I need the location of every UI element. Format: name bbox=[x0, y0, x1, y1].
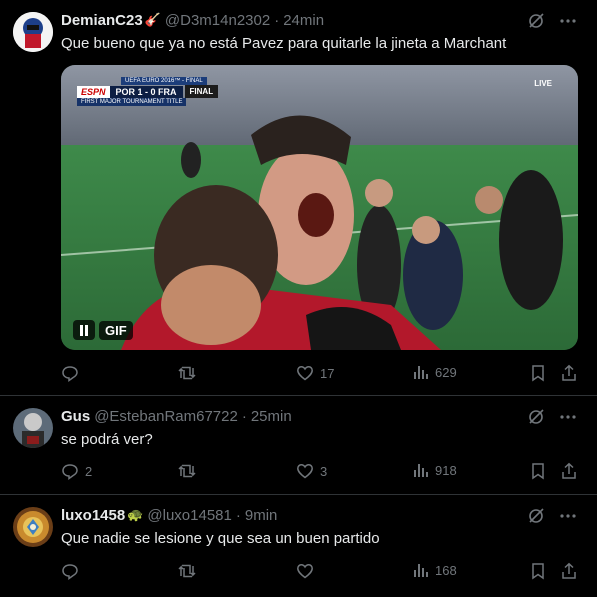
avatar[interactable] bbox=[13, 507, 53, 547]
views-icon bbox=[414, 366, 428, 379]
grok-icon[interactable] bbox=[527, 408, 545, 426]
like-button[interactable] bbox=[296, 562, 320, 580]
more-icon[interactable] bbox=[559, 507, 577, 525]
tweet-text: Que nadie se lesione y que sea un buen p… bbox=[61, 530, 380, 547]
retweet-button[interactable] bbox=[177, 364, 203, 382]
scoreboard: UEFA EURO 2016™ - FINAL ESPN POR 1 - 0 F… bbox=[77, 77, 219, 106]
gif-frame bbox=[61, 65, 578, 350]
reply-button[interactable] bbox=[61, 562, 85, 580]
reply-icon bbox=[62, 366, 78, 382]
author-handle[interactable]: @EstebanRam67722 bbox=[94, 408, 238, 425]
views-icon bbox=[414, 464, 428, 477]
heart-icon bbox=[297, 564, 313, 579]
heart-icon bbox=[297, 366, 313, 381]
guitar-emoji: 🎸 bbox=[144, 12, 161, 27]
retweet-button[interactable] bbox=[177, 462, 203, 480]
views-count: 918 bbox=[435, 462, 457, 478]
share-icon bbox=[562, 462, 576, 479]
share-button[interactable] bbox=[560, 364, 578, 382]
author-handle[interactable]: @luxo14581 bbox=[147, 507, 231, 524]
views-count: 629 bbox=[435, 364, 457, 380]
share-icon bbox=[562, 364, 576, 381]
gif-badge: GIF bbox=[99, 320, 133, 340]
bookmark-icon bbox=[532, 365, 544, 382]
author-name[interactable]: DemianC23 bbox=[61, 12, 143, 29]
scoreboard-status: FINAL bbox=[184, 85, 219, 98]
like-count: 17 bbox=[320, 365, 335, 381]
like-button[interactable]: 3 bbox=[296, 462, 327, 480]
author-name[interactable]: luxo1458 bbox=[61, 507, 125, 524]
author-handle[interactable]: @D3m14n2302 bbox=[165, 12, 270, 29]
separator: · bbox=[235, 506, 241, 524]
bookmark-button[interactable] bbox=[530, 462, 546, 480]
retweet-button[interactable] bbox=[177, 562, 203, 580]
live-tag: LIVE bbox=[534, 79, 552, 88]
reply-button[interactable] bbox=[61, 364, 85, 382]
separator: · bbox=[274, 11, 280, 29]
avatar[interactable] bbox=[13, 408, 53, 448]
separator: · bbox=[241, 407, 247, 425]
pause-button[interactable] bbox=[73, 320, 95, 340]
share-icon bbox=[562, 562, 576, 579]
grok-icon[interactable] bbox=[527, 12, 545, 30]
timestamp[interactable]: 25min bbox=[251, 408, 292, 425]
bookmark-icon bbox=[532, 563, 544, 580]
like-count: 3 bbox=[320, 463, 328, 479]
pause-icon bbox=[80, 324, 88, 336]
scoreboard-title: UEFA EURO 2016™ - FINAL bbox=[121, 77, 207, 85]
views-icon bbox=[414, 564, 428, 577]
more-icon[interactable] bbox=[559, 12, 577, 30]
views-button[interactable]: 629 bbox=[413, 364, 457, 380]
author-name[interactable]: Gus bbox=[61, 408, 90, 425]
timestamp[interactable]: 24min bbox=[283, 12, 324, 29]
bookmark-button[interactable] bbox=[530, 562, 546, 580]
retweet-icon bbox=[178, 366, 196, 380]
heart-icon bbox=[297, 464, 313, 479]
reply-icon bbox=[62, 564, 78, 580]
views-button[interactable]: 918 bbox=[413, 462, 457, 478]
share-button[interactable] bbox=[560, 462, 578, 480]
reply-button[interactable]: 2 bbox=[61, 462, 92, 480]
tweet[interactable]: Gus @EstebanRam67722 · 25min se podrá ve… bbox=[0, 396, 597, 495]
tweet[interactable]: DemianC23 🎸 @D3m14n2302 · 24min Que buen… bbox=[0, 0, 597, 396]
bookmark-icon bbox=[532, 463, 544, 480]
views-button[interactable]: 168 bbox=[413, 562, 457, 578]
timestamp[interactable]: 9min bbox=[245, 507, 278, 524]
like-button[interactable]: 17 bbox=[296, 364, 334, 382]
scoreboard-score: POR 1 - 0 FRA bbox=[109, 85, 183, 98]
grok-icon[interactable] bbox=[527, 507, 545, 525]
tweet-text: Que bueno que ya no está Pavez para quit… bbox=[61, 35, 507, 52]
bookmark-button[interactable] bbox=[530, 364, 546, 382]
retweet-icon bbox=[178, 464, 196, 478]
retweet-icon bbox=[178, 564, 196, 578]
share-button[interactable] bbox=[560, 562, 578, 580]
tweet-text: se podrá ver? bbox=[61, 431, 153, 448]
tweet[interactable]: luxo1458 🐢 @luxo14581 · 9min Que nadie s… bbox=[0, 495, 597, 597]
turtle-emoji: 🐢 bbox=[127, 507, 144, 522]
broadcaster-logo: ESPN bbox=[77, 85, 110, 98]
reply-count: 2 bbox=[85, 463, 93, 479]
more-icon[interactable] bbox=[559, 408, 577, 426]
scoreboard-subtitle: FIRST MAJOR TOURNAMENT TITLE bbox=[77, 98, 187, 106]
avatar[interactable] bbox=[13, 12, 53, 52]
views-count: 168 bbox=[435, 562, 457, 578]
reply-icon bbox=[62, 464, 78, 480]
tweet-gif[interactable]: UEFA EURO 2016™ - FINAL ESPN POR 1 - 0 F… bbox=[61, 65, 578, 350]
